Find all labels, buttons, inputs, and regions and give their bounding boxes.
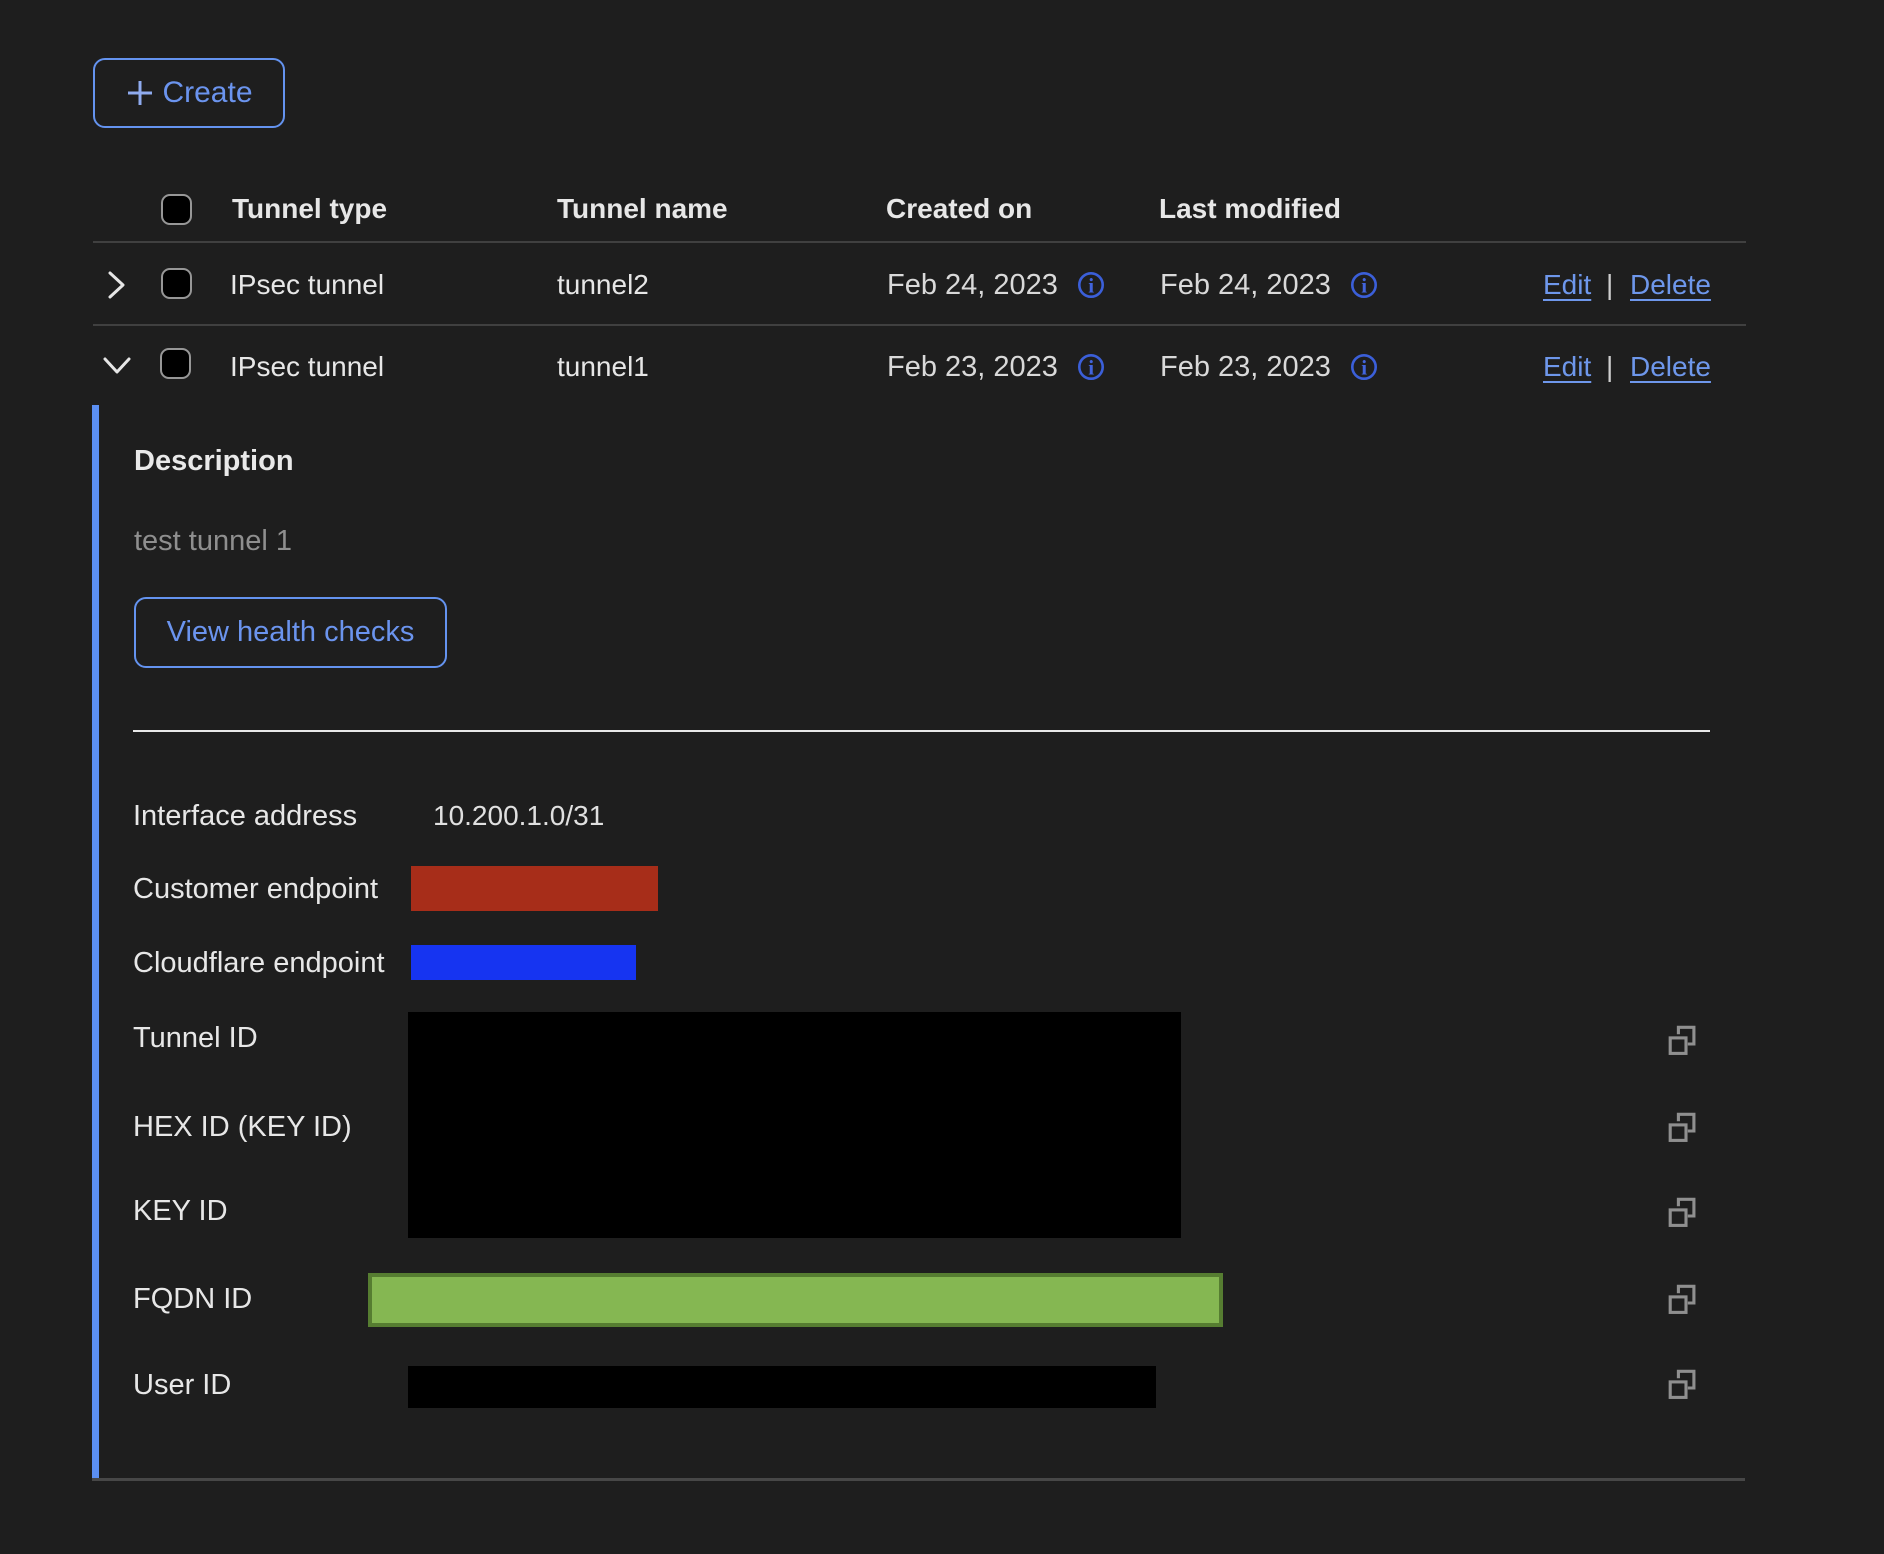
svg-text:i: i (1088, 273, 1094, 297)
svg-text:i: i (1361, 355, 1367, 379)
svg-text:i: i (1088, 355, 1094, 379)
svg-text:i: i (1361, 273, 1367, 297)
